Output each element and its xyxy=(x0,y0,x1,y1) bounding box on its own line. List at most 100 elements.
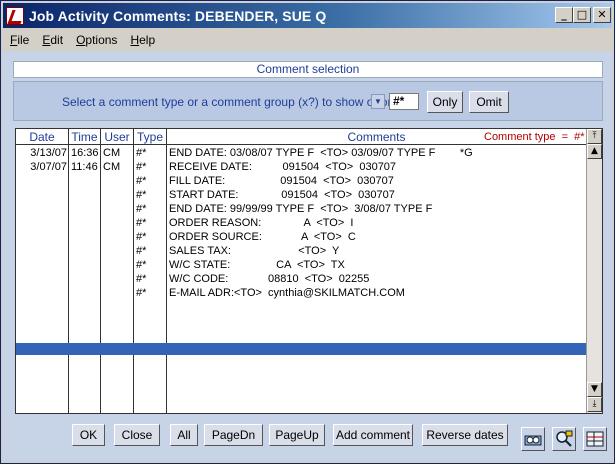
window-title: Job Activity Comments: DEBENDER, SUE Q xyxy=(29,7,327,24)
scroll-down-button[interactable]: ▼ xyxy=(587,382,602,397)
cell-time xyxy=(71,202,99,216)
cell-comment: SALES TAX: <TO> Y xyxy=(169,245,340,257)
cell-user xyxy=(103,202,132,216)
comment-type-input[interactable]: #* xyxy=(389,93,419,110)
cell-comment: W/C STATE: CA <TO> TX xyxy=(169,259,345,271)
grid-view-icon[interactable] xyxy=(583,427,607,451)
arrow-up-icon: ▲ xyxy=(591,146,598,156)
main-content: Comment selection Select a comment type … xyxy=(3,51,612,461)
column-header-date[interactable]: Date xyxy=(16,129,68,145)
cell-type: #* xyxy=(136,161,147,173)
column-divider xyxy=(133,129,134,413)
cell-user: CM xyxy=(103,161,121,173)
scroll-bottom-icon: ⤓ xyxy=(592,399,597,409)
cell-type: #* xyxy=(136,245,147,257)
comments-grid[interactable]: Date Time User Type Comments Comment typ… xyxy=(15,128,603,414)
cell-user xyxy=(103,272,132,286)
cell-user xyxy=(103,188,132,202)
page-down-button[interactable]: PageDn xyxy=(204,424,263,446)
cell-time xyxy=(71,258,99,272)
column-header-type[interactable]: Type xyxy=(134,129,166,145)
cell-comment: W/C CODE: 08810 <TO> 02255 xyxy=(169,273,370,285)
cell-type: #* xyxy=(136,203,147,215)
cell-user xyxy=(103,174,132,188)
job-activity-window: Job Activity Comments: DEBENDER, SUE Q _… xyxy=(0,0,615,464)
find-icon[interactable] xyxy=(552,427,576,451)
cell-time xyxy=(71,286,99,300)
menu-file[interactable]: File xyxy=(3,33,35,47)
cell-date: 3/07/07 xyxy=(30,161,67,173)
cell-comment: ORDER SOURCE: A <TO> C xyxy=(169,231,356,243)
cell-time xyxy=(71,216,99,230)
cell-comment: END DATE: 99/99/99 TYPE F <TO> 3/08/07 T… xyxy=(169,203,433,215)
maximize-button[interactable]: □ xyxy=(573,7,591,23)
cell-date xyxy=(18,244,67,258)
cell-type: #* xyxy=(136,217,147,229)
cell-type: #* xyxy=(136,231,147,243)
column-header-user[interactable]: User xyxy=(101,129,133,145)
arrow-down-icon: ▼ xyxy=(591,384,598,394)
column-divider xyxy=(166,129,167,413)
cell-date xyxy=(18,202,67,216)
column-header-time[interactable]: Time xyxy=(69,129,100,145)
ok-button[interactable]: OK xyxy=(72,424,105,446)
menu-edit[interactable]: Edit xyxy=(35,33,69,47)
cell-comment: RECEIVE DATE: 091504 <TO> 030707 xyxy=(169,161,397,173)
selected-row[interactable] xyxy=(16,343,586,355)
menu-help[interactable]: Help xyxy=(123,33,161,47)
menu-options[interactable]: Options xyxy=(69,33,123,47)
cell-comment: START DATE: 091504 <TO> 030707 xyxy=(169,189,395,201)
cell-user xyxy=(103,244,132,258)
vertical-scrollbar[interactable]: ⤒ ▲ ▼ ⤓ xyxy=(586,129,602,413)
cell-type: #* xyxy=(136,175,147,187)
page-up-button[interactable]: PageUp xyxy=(269,424,325,446)
list-view-icon[interactable] xyxy=(521,427,545,451)
cell-type: #* xyxy=(136,287,147,299)
menu-bar: File Edit Options Help xyxy=(3,30,612,49)
cell-date xyxy=(18,188,67,202)
scroll-top-icon: ⤒ xyxy=(592,131,597,141)
omit-button[interactable]: Omit xyxy=(469,91,509,113)
comment-type-indicator: Comment type = #* xyxy=(484,131,585,143)
cell-time: 16:36 xyxy=(71,147,99,159)
cell-date xyxy=(18,286,67,300)
comment-type-dropdown[interactable]: ▼ xyxy=(371,94,385,109)
comment-selection-header: Comment selection xyxy=(13,61,603,78)
comment-selection-panel: Select a comment type or a comment group… xyxy=(13,81,603,121)
cell-date xyxy=(18,230,67,244)
add-comment-button[interactable]: Add comment xyxy=(333,424,413,446)
cell-user xyxy=(103,286,132,300)
cell-comment: FILL DATE: 091504 <TO> 030707 xyxy=(169,175,394,187)
comment-selection-label: Select a comment type or a comment group… xyxy=(62,95,404,109)
cell-comment: END DATE: 03/08/07 TYPE F <TO> 03/09/07 … xyxy=(169,147,473,159)
all-button[interactable]: All xyxy=(170,424,198,446)
cell-type: #* xyxy=(136,147,147,159)
cell-comment: ORDER REASON: A <TO> I xyxy=(169,217,354,229)
cell-time xyxy=(71,244,99,258)
cell-user xyxy=(103,230,132,244)
cell-date xyxy=(18,258,67,272)
chevron-down-icon: ▼ xyxy=(374,97,382,106)
scroll-bottom-button[interactable]: ⤓ xyxy=(587,397,602,412)
cell-date xyxy=(18,216,67,230)
scroll-up-button[interactable]: ▲ xyxy=(587,144,602,159)
close-button[interactable]: Close xyxy=(114,424,160,446)
title-bar[interactable]: Job Activity Comments: DEBENDER, SUE Q _… xyxy=(3,3,612,28)
scroll-top-button[interactable]: ⤒ xyxy=(587,129,602,144)
cell-type: #* xyxy=(136,259,147,271)
minimize-button[interactable]: _ xyxy=(555,7,573,23)
cell-type: #* xyxy=(136,189,147,201)
cell-date xyxy=(18,272,67,286)
close-window-button[interactable]: ✕ xyxy=(593,7,611,23)
cell-type: #* xyxy=(136,273,147,285)
cell-user xyxy=(103,258,132,272)
cell-date xyxy=(18,174,67,188)
cell-date: 3/13/07 xyxy=(30,147,67,159)
only-button[interactable]: Only xyxy=(427,91,463,113)
app-icon xyxy=(6,6,24,25)
column-divider xyxy=(68,129,69,413)
cell-time xyxy=(71,188,99,202)
reverse-dates-button[interactable]: Reverse dates xyxy=(422,424,508,446)
cell-time xyxy=(71,174,99,188)
cell-user xyxy=(103,216,132,230)
